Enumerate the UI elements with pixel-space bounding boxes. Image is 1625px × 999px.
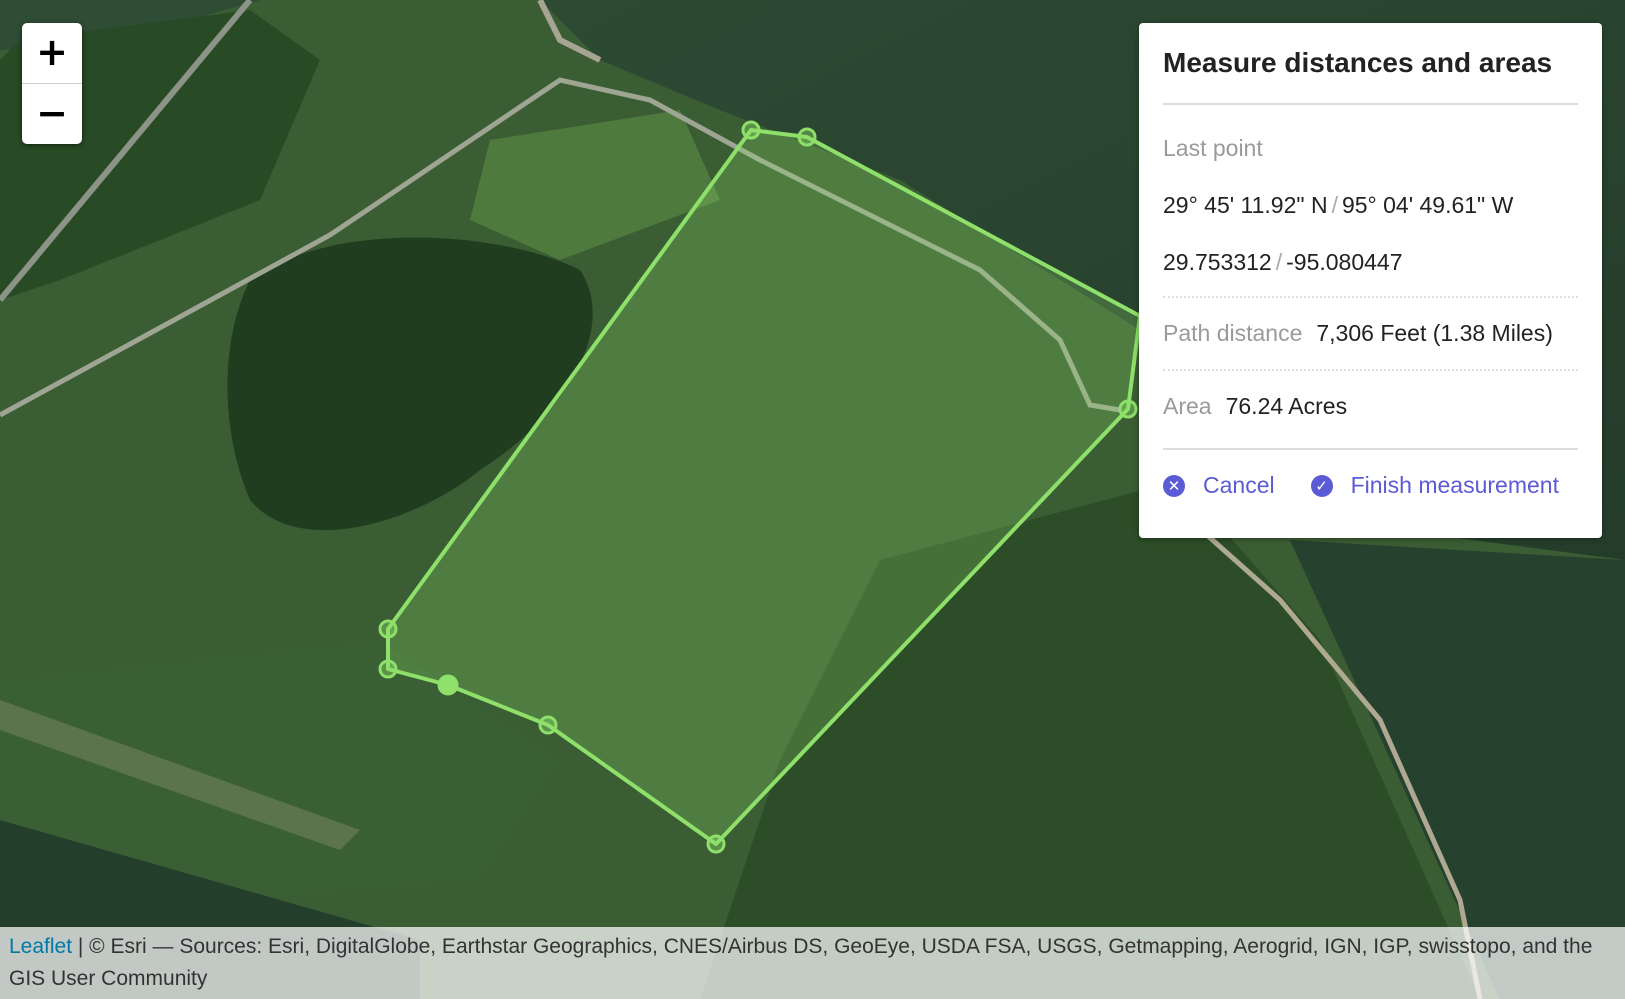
vertex-handle[interactable] bbox=[378, 659, 398, 679]
panel-title: Measure distances and areas bbox=[1163, 47, 1578, 105]
decimal-longitude: -95.080447 bbox=[1286, 249, 1403, 275]
path-distance-row: Path distance 7,306 Feet (1.38 Miles) bbox=[1163, 298, 1578, 371]
vertex-handle[interactable] bbox=[1118, 399, 1138, 419]
close-circle-icon: ✕ bbox=[1163, 474, 1185, 497]
attribution-text: | © Esri — Sources: Esri, DigitalGlobe, … bbox=[9, 935, 1593, 990]
last-point-decimal: 29.753312/-95.080447 bbox=[1163, 249, 1578, 276]
dms-latitude: 29° 45' 11.92" N bbox=[1163, 192, 1328, 218]
finish-measurement-button[interactable]: ✓ Finish measurement bbox=[1310, 472, 1559, 499]
vertex-handle[interactable] bbox=[741, 120, 761, 140]
cancel-label: Cancel bbox=[1203, 472, 1275, 498]
separator: / bbox=[1275, 249, 1283, 275]
vertex-handle[interactable] bbox=[538, 715, 558, 735]
zoom-control: + − bbox=[22, 23, 82, 144]
zoom-out-button[interactable]: − bbox=[22, 83, 82, 144]
area-row: Area 76.24 Acres bbox=[1163, 371, 1578, 450]
vertex-handle[interactable] bbox=[378, 619, 398, 639]
dms-longitude: 95° 04' 49.61" W bbox=[1341, 192, 1514, 218]
check-circle-icon: ✓ bbox=[1310, 474, 1333, 497]
finish-label: Finish measurement bbox=[1350, 472, 1559, 498]
decimal-latitude: 29.753312 bbox=[1163, 249, 1272, 275]
vertex-handle[interactable] bbox=[706, 834, 726, 854]
last-point-section: Last point 29° 45' 11.92" N/95° 04' 49.6… bbox=[1163, 105, 1578, 298]
area-label: Area bbox=[1163, 393, 1212, 419]
area-value: 76.24 Acres bbox=[1225, 393, 1348, 419]
path-distance-label: Path distance bbox=[1163, 320, 1303, 346]
cancel-button[interactable]: ✕ Cancel bbox=[1163, 472, 1275, 499]
last-point-dms: 29° 45' 11.92" N/95° 04' 49.61" W bbox=[1163, 192, 1578, 219]
measure-panel: Measure distances and areas Last point 2… bbox=[1139, 23, 1602, 538]
vertex-handle[interactable] bbox=[797, 127, 817, 147]
last-point-label: Last point bbox=[1163, 135, 1263, 161]
last-vertex-handle[interactable] bbox=[437, 674, 459, 696]
map-attribution: Leaflet | © Esri — Sources: Esri, Digita… bbox=[0, 927, 1625, 999]
separator: / bbox=[1331, 192, 1338, 218]
path-distance-value: 7,306 Feet (1.38 Miles) bbox=[1316, 320, 1553, 346]
leaflet-link[interactable]: Leaflet bbox=[9, 935, 72, 958]
zoom-in-button[interactable]: + bbox=[22, 23, 82, 83]
panel-actions: ✕ Cancel ✓ Finish measurement bbox=[1163, 450, 1578, 499]
